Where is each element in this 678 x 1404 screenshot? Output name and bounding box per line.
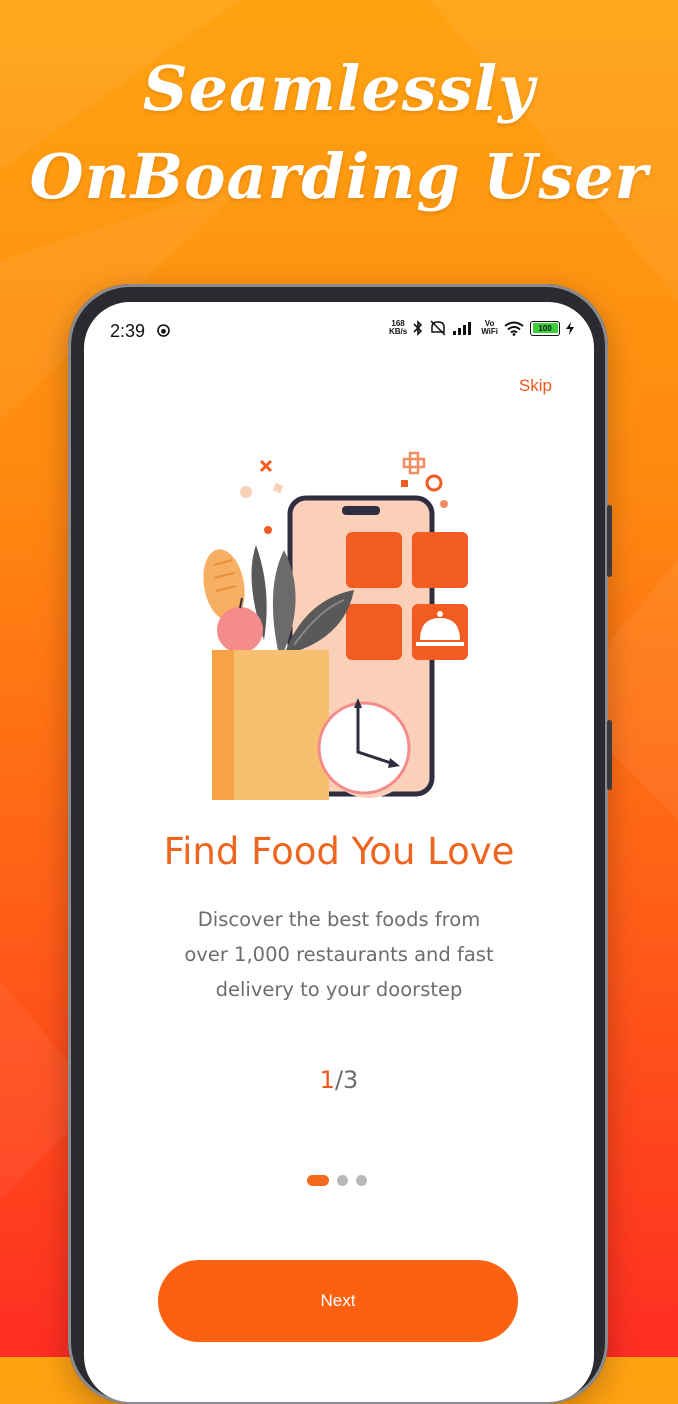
battery-icon: 100 [530, 320, 560, 336]
food-delivery-illustration [203, 451, 468, 800]
vowifi-indicator: Vo WiFi [481, 320, 498, 336]
phone-power-button [607, 505, 612, 577]
page-dot-2[interactable] [337, 1175, 348, 1186]
status-time: 2:39 [110, 321, 146, 341]
signal-icon [453, 322, 472, 335]
mute-icon [430, 320, 446, 336]
vowifi-bottom: WiFi [481, 327, 498, 336]
onboarding-title: Find Food You Love [163, 830, 515, 873]
illustration-tile [346, 604, 402, 660]
battery-level: 100 [538, 323, 552, 333]
phone-volume-button [607, 720, 612, 790]
description-line: Discover the best foods from [197, 908, 481, 931]
page-dot-1[interactable] [307, 1175, 329, 1186]
illustration-tile [412, 532, 468, 588]
status-icons: 168 KB/s Vo WiFi 100 [389, 320, 574, 336]
skip-link[interactable]: Skip [519, 376, 552, 396]
wifi-icon [504, 321, 524, 336]
app-screen: 2:39 168 KB/s Vo WiFi 100 Skip Find Food… [84, 302, 594, 1402]
page-dot-3[interactable] [356, 1175, 367, 1186]
promo-title-line-1: Seamlessly [142, 52, 536, 125]
page-counter-total: /3 [334, 1066, 359, 1094]
page-counter-current: 1 [319, 1066, 335, 1094]
next-button[interactable]: Next [158, 1260, 518, 1342]
network-speed: 168 KB/s [389, 320, 407, 336]
page-indicator [307, 1175, 367, 1186]
description-line: over 1,000 restaurants and fast [184, 943, 494, 966]
description-line: delivery to your doorstep [215, 978, 463, 1001]
illustration-tile [346, 532, 402, 588]
bluetooth-icon [413, 320, 423, 336]
face-icon [157, 324, 170, 337]
status-bar: 2:39 168 KB/s Vo WiFi 100 [84, 302, 594, 358]
charging-icon [566, 321, 574, 335]
promo-title-line-2: OnBoarding User [29, 140, 649, 213]
page-counter: 1/3 [84, 1066, 594, 1094]
network-speed-unit: KB/s [388, 327, 408, 336]
apple [217, 607, 263, 653]
onboarding-description: Discover the best foods from over 1,000 … [139, 902, 539, 1007]
